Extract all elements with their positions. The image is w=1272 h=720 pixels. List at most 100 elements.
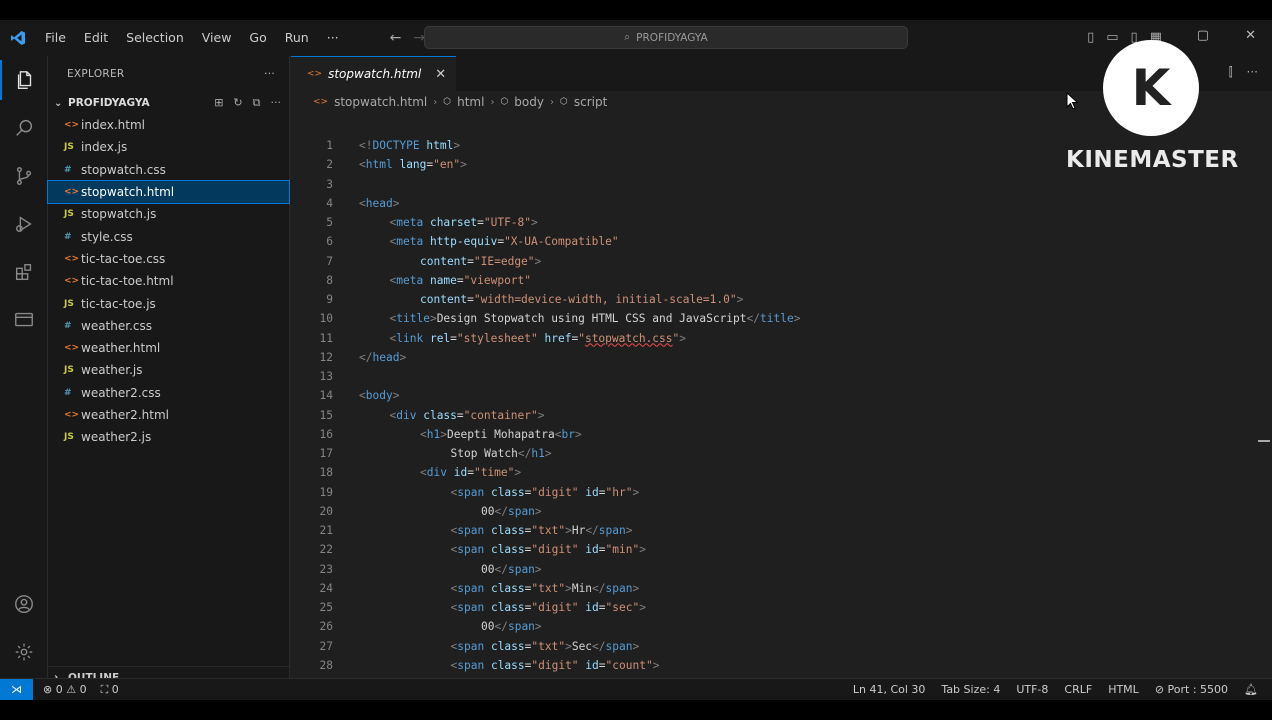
line-number: 27 [319, 639, 333, 653]
line-ending[interactable]: CRLF [1064, 683, 1092, 696]
file-name: tic-tac-toe.js [81, 296, 156, 311]
live-server-port[interactable]: ⊘ Port : 5500 [1155, 683, 1228, 696]
line-number: 5 [326, 216, 333, 230]
explorer-title: EXPLORER [67, 68, 125, 80]
line-number: 23 [319, 562, 333, 576]
menu-item-file[interactable]: File [36, 20, 75, 56]
breadcrumb-item[interactable]: stopwatch.html [334, 95, 427, 109]
file-item[interactable]: JS tic-tac-toe.js [48, 292, 289, 314]
file-item[interactable]: JS index.js [48, 136, 289, 158]
tab-size[interactable]: Tab Size: 4 [941, 683, 1000, 696]
file-item[interactable]: <> tic-tac-toe.css [48, 248, 289, 270]
line-number: 18 [319, 466, 333, 480]
encoding[interactable]: UTF-8 [1016, 683, 1048, 696]
file-item[interactable]: JS stopwatch.js [48, 203, 289, 225]
file-item[interactable]: # stopwatch.css [48, 159, 289, 181]
code-text: <span class="digit" id="min"> [450, 543, 646, 557]
file-item[interactable]: <> index.html [48, 114, 289, 136]
search-icon[interactable] [0, 108, 48, 148]
code-line: 8 <meta name="viewport" [291, 271, 1272, 290]
kinemaster-watermark: K KINEMASTER [1066, 40, 1238, 180]
line-number: 25 [319, 601, 333, 615]
language-mode[interactable]: HTML [1108, 683, 1139, 696]
code-line: 21 <span class="txt">Hr</span> [291, 521, 1272, 540]
code-editor[interactable]: 1 <!DOCTYPE html> 2 <html lang="en"> 3 4 <head… [291, 136, 1272, 691]
close-tab-icon[interactable]: ✕ [435, 67, 446, 82]
code-text: content="width=device-width, initial-sca… [420, 293, 744, 307]
breadcrumb-item[interactable]: script [574, 95, 607, 109]
vscode-window: File Edit Selection View Go Run ··· ← → ⌕ PROF… [0, 20, 1272, 700]
file-item[interactable]: # weather2.css [48, 382, 289, 404]
back-arrow-icon[interactable]: ← [390, 30, 402, 46]
menu-item-run[interactable]: Run [276, 20, 318, 56]
file-item[interactable]: <> tic-tac-toe.html [48, 270, 289, 292]
js-file-icon: JS [64, 209, 74, 220]
file-name: weather.js [81, 363, 143, 378]
notifications-bell-icon[interactable]: 🔔︎ [1244, 683, 1258, 696]
code-text: <html lang="en"> [359, 158, 467, 172]
js-file-icon: JS [64, 298, 74, 309]
ports-count[interactable]: ⛶ 0 [101, 683, 119, 697]
file-item[interactable]: <> stopwatch.html [47, 179, 290, 205]
file-item[interactable]: JS weather.js [48, 359, 289, 381]
code-line: 10 <title>Design Stopwatch using HTML CSS… [291, 309, 1272, 328]
file-item[interactable]: # style.css [48, 225, 289, 247]
file-name: style.css [81, 229, 133, 244]
menu-item-selection[interactable]: Selection [117, 20, 193, 56]
code-line: 18 <div id="time"> [291, 463, 1272, 482]
file-item[interactable]: <> weather2.html [48, 404, 289, 426]
js-file-icon: JS [64, 365, 74, 376]
code-text: <meta name="viewport" [389, 273, 532, 287]
source-control-icon[interactable] [0, 156, 48, 196]
problems-count[interactable]: ⊗ 0 ⚠ 0 [43, 683, 87, 697]
account-icon[interactable] [0, 584, 48, 624]
breadcrumb-separator: › [549, 96, 554, 108]
code-text: <meta charset="UTF-8"> [389, 216, 538, 230]
breadcrumb-item[interactable]: body [514, 95, 544, 109]
code-line: 25 <span class="digit" id="sec"> [291, 598, 1272, 617]
breadcrumb-item[interactable]: html [457, 95, 484, 109]
file-item[interactable]: # weather.css [48, 315, 289, 337]
command-center-search[interactable]: ⌕ PROFIDYAGYA [424, 26, 908, 49]
menu-item-view[interactable]: View [193, 20, 241, 56]
settings-gear-icon[interactable] [0, 632, 48, 672]
folder-more-icon[interactable]: ··· [271, 96, 282, 110]
file-item[interactable]: JS weather2.js [48, 426, 289, 448]
more-actions-icon[interactable]: ··· [264, 68, 275, 80]
code-line: 4 <head> [291, 194, 1272, 213]
remote-explorer-icon[interactable] [0, 300, 48, 340]
code-line: 17 Stop Watch</h1> [291, 444, 1272, 463]
code-line: 15 <div class="container"> [291, 406, 1272, 425]
menu-item-edit[interactable]: Edit [75, 20, 117, 56]
code-line: 22 <span class="digit" id="min"> [291, 540, 1272, 559]
file-item[interactable]: <> weather.html [48, 337, 289, 359]
tab-stopwatch-html[interactable]: <> stopwatch.html ✕ [291, 56, 457, 91]
menu-item-more[interactable]: ··· [318, 20, 348, 56]
editor-more-icon[interactable]: ··· [1247, 65, 1258, 80]
file-name: weather.css [81, 318, 152, 333]
explorer-icon[interactable] [0, 60, 48, 100]
line-number: 11 [319, 331, 333, 345]
collapse-all-icon[interactable]: ⧉ [253, 96, 261, 110]
code-text: <span class="digit" id="hr"> [450, 485, 640, 499]
activity-bar [0, 56, 48, 688]
code-text: <head> [359, 196, 400, 210]
line-number: 24 [319, 581, 333, 595]
line-number: 14 [319, 389, 333, 403]
search-text: PROFIDYAGYA [636, 31, 708, 44]
code-text: <body> [359, 389, 400, 403]
code-text: </head> [359, 350, 407, 364]
file-name: weather2.html [81, 408, 169, 422]
refresh-icon[interactable]: ↻ [233, 96, 242, 110]
code-text: <span class="txt">Min</span> [450, 581, 640, 595]
code-line: 28 <span class="digit" id="count"> [291, 656, 1272, 675]
new-file-icon[interactable]: ⊞ [214, 96, 223, 110]
extensions-icon[interactable] [0, 252, 48, 292]
close-window-icon[interactable]: ✕ [1245, 28, 1256, 43]
remote-indicator-icon[interactable]: ⋊ [0, 678, 33, 700]
menu-item-go[interactable]: Go [240, 20, 275, 56]
cursor-position[interactable]: Ln 41, Col 30 [853, 683, 926, 696]
code-text: <span class="digit" id="count"> [450, 658, 660, 672]
workspace-folder[interactable]: ⌄ PROFIDYAGYA ⊞ ↻ ⧉ ··· [48, 92, 289, 114]
run-debug-icon[interactable] [0, 204, 48, 244]
